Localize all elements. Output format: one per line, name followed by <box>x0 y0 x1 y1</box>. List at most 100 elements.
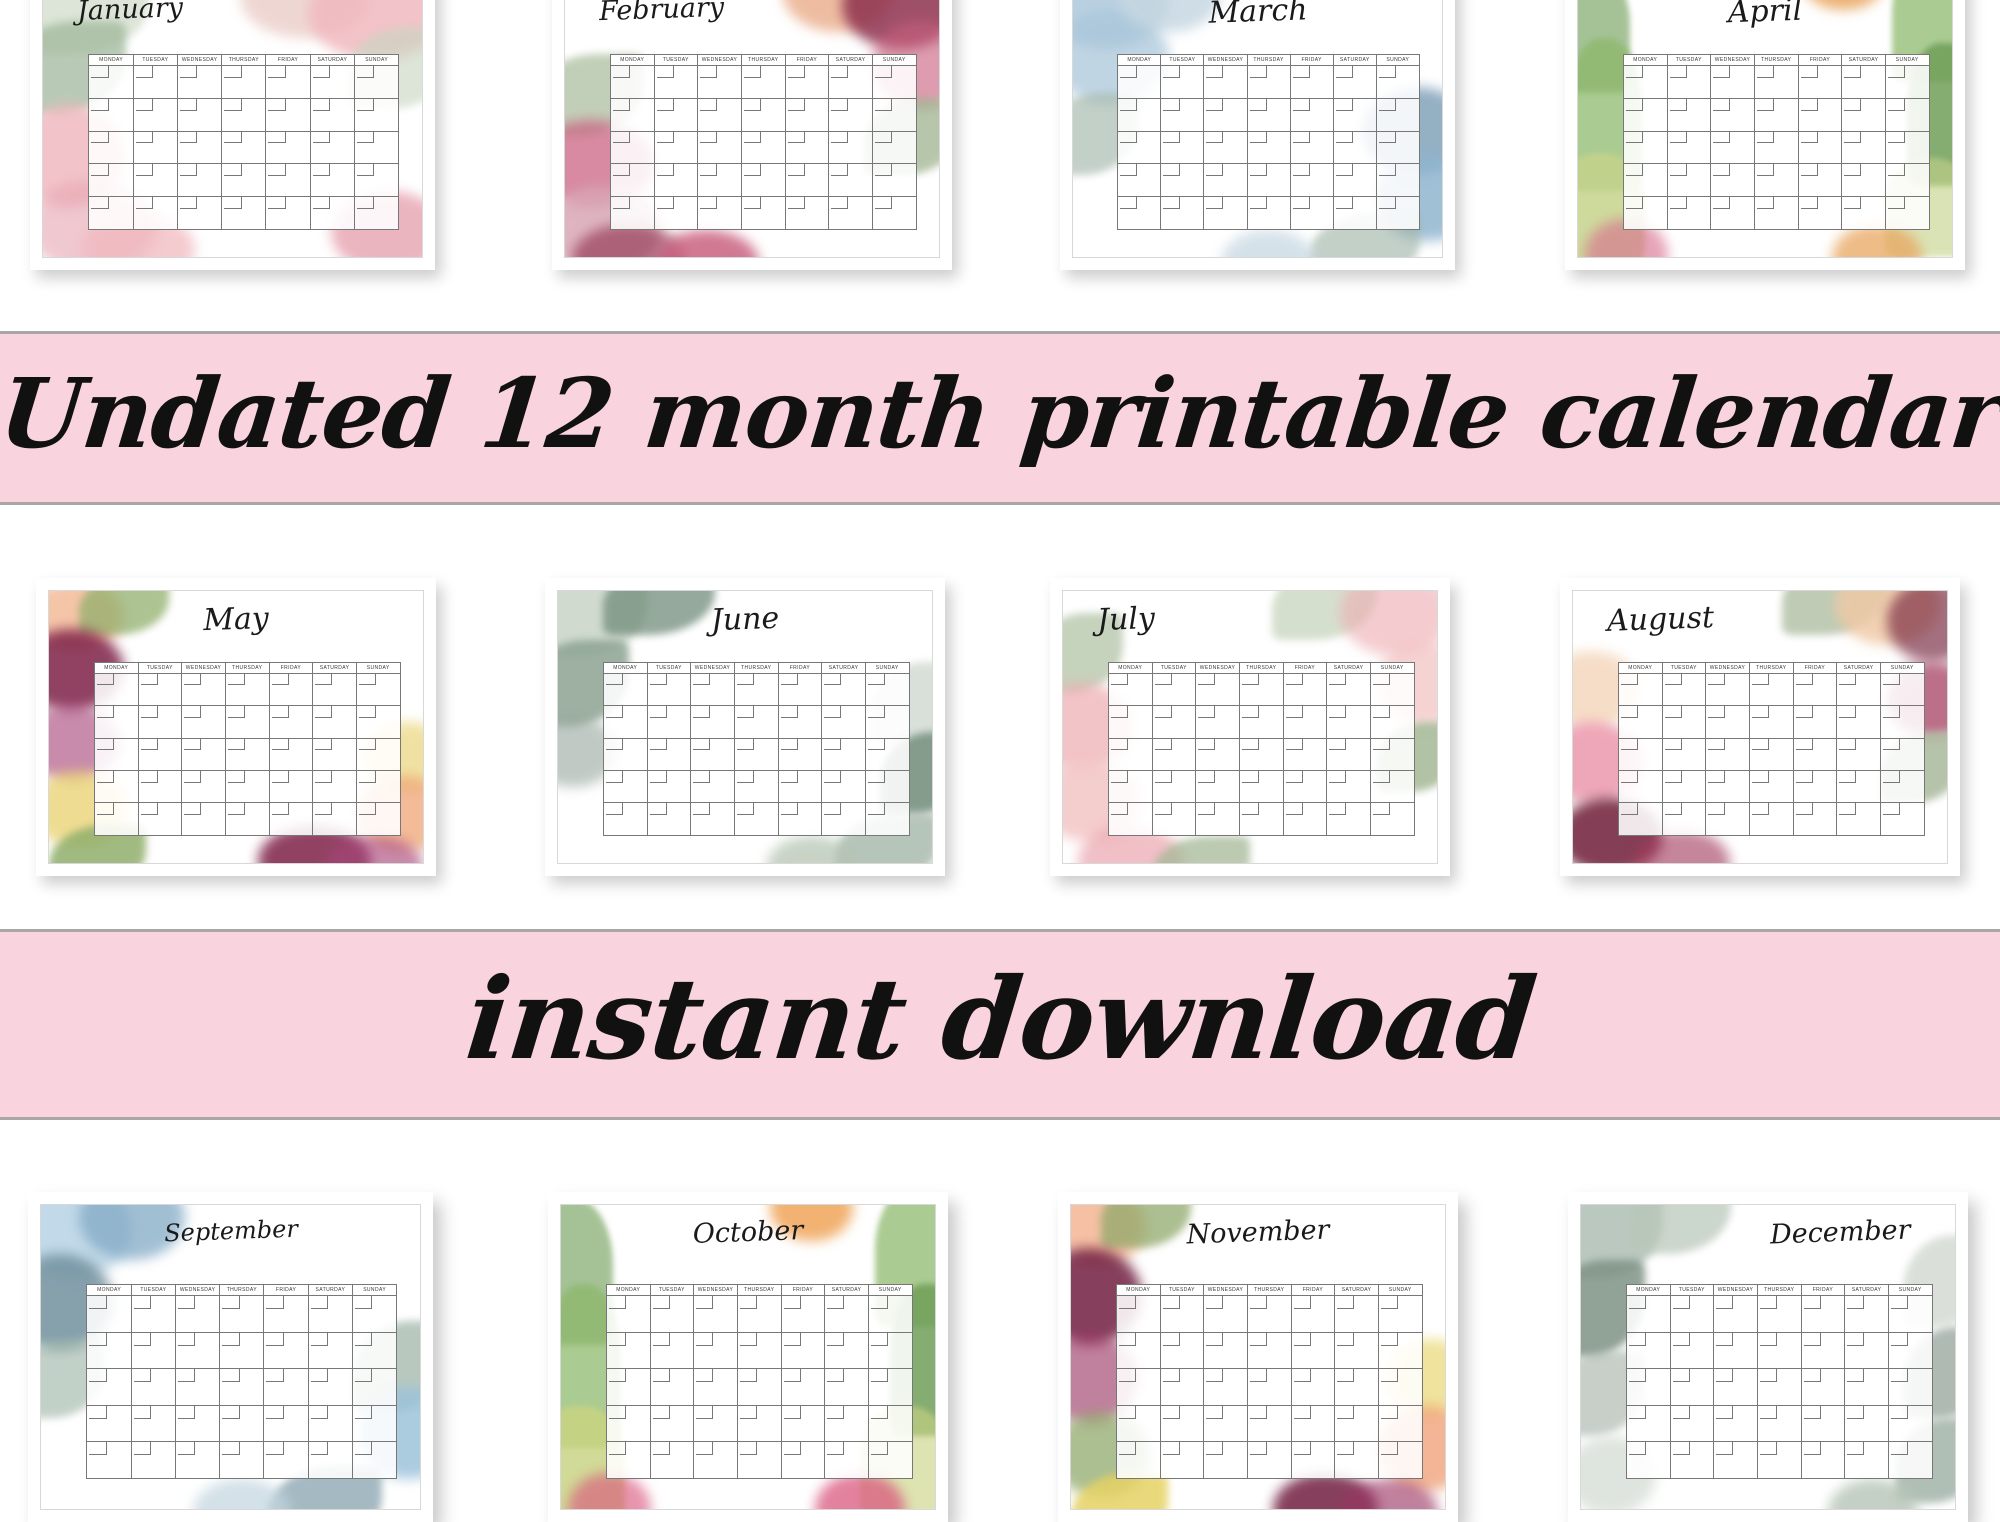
day-cell[interactable] <box>269 738 314 771</box>
calendar-card-march[interactable]: March MONDAY TUESDAY WEDNESDAY THURSDAY FRIDA… <box>1060 0 1455 270</box>
day-cell[interactable] <box>131 1332 176 1370</box>
day-cell[interactable] <box>1118 164 1162 197</box>
day-cell[interactable] <box>1837 738 1881 771</box>
day-cell[interactable] <box>1801 1332 1846 1370</box>
day-cell[interactable] <box>737 1296 782 1333</box>
day-cell[interactable] <box>654 98 699 132</box>
day-cell[interactable] <box>1845 1296 1889 1333</box>
day-cell[interactable] <box>647 770 692 804</box>
day-cell[interactable] <box>222 66 267 99</box>
day-cell[interactable] <box>781 1296 826 1333</box>
day-cell[interactable] <box>1623 131 1668 165</box>
day-cell[interactable] <box>1247 131 1291 165</box>
day-cell[interactable] <box>1885 164 1930 197</box>
day-cell[interactable] <box>1798 164 1843 197</box>
day-cell[interactable] <box>1108 673 1153 707</box>
day-cell[interactable] <box>1160 1369 1205 1406</box>
month-grid-december[interactable]: MONDAY TUESDAY WEDNESDAY THURSDAY FRIDAY SATU… <box>1625 1284 1933 1479</box>
day-cell[interactable] <box>1842 131 1886 165</box>
day-cell[interactable] <box>785 98 830 132</box>
day-cell[interactable] <box>1116 1369 1161 1406</box>
day-cell[interactable] <box>1196 706 1240 739</box>
day-cell[interactable] <box>1327 770 1371 804</box>
day-cell[interactable] <box>308 1332 353 1370</box>
day-cell[interactable] <box>1662 770 1707 804</box>
day-cell[interactable] <box>741 66 786 99</box>
day-cell[interactable] <box>1290 66 1334 99</box>
day-cell[interactable] <box>175 1442 221 1479</box>
day-cell[interactable] <box>1161 196 1205 230</box>
day-cell[interactable] <box>1118 196 1162 230</box>
day-cell[interactable] <box>1152 803 1197 836</box>
day-cell[interactable] <box>1749 803 1794 836</box>
day-cell[interactable] <box>650 1369 695 1406</box>
day-cell[interactable] <box>1749 738 1794 771</box>
day-cell[interactable] <box>650 1296 695 1333</box>
day-cell[interactable] <box>1845 1442 1889 1479</box>
day-cell[interactable] <box>1793 706 1838 739</box>
calendar-card-february[interactable]: February MONDAY TUESDAY WEDNESDAY THURSDAY FR… <box>552 0 952 270</box>
day-cell[interactable] <box>175 1369 221 1406</box>
day-cell[interactable] <box>1888 1369 1933 1406</box>
day-cell[interactable] <box>1670 1296 1715 1333</box>
day-cell[interactable] <box>269 803 314 836</box>
day-cell[interactable] <box>1618 770 1663 804</box>
day-cell[interactable] <box>269 673 314 707</box>
day-cell[interactable] <box>737 1369 782 1406</box>
day-cell[interactable] <box>131 1369 176 1406</box>
day-cell[interactable] <box>175 1332 221 1370</box>
day-cell[interactable] <box>825 1332 869 1370</box>
day-cell[interactable] <box>606 1296 651 1333</box>
day-cell[interactable] <box>822 673 866 707</box>
day-cell[interactable] <box>1376 131 1420 165</box>
day-cell[interactable] <box>1291 1369 1336 1406</box>
day-cell[interactable] <box>1623 164 1668 197</box>
day-cell[interactable] <box>1108 770 1153 804</box>
day-cell[interactable] <box>1842 196 1886 230</box>
day-cell[interactable] <box>865 706 910 739</box>
day-cell[interactable] <box>225 673 270 707</box>
day-cell[interactable] <box>647 738 692 771</box>
day-cell[interactable] <box>1793 770 1838 804</box>
day-cell[interactable] <box>691 673 735 707</box>
day-cell[interactable] <box>133 98 178 132</box>
day-cell[interactable] <box>1706 738 1750 771</box>
day-cell[interactable] <box>308 1296 353 1333</box>
day-cell[interactable] <box>778 673 823 707</box>
day-cell[interactable] <box>94 673 139 707</box>
day-cell[interactable] <box>1662 738 1707 771</box>
day-cell[interactable] <box>1626 1332 1671 1370</box>
day-cell[interactable] <box>1801 1442 1846 1479</box>
day-cell[interactable] <box>1283 706 1328 739</box>
day-cell[interactable] <box>87 1405 132 1443</box>
day-cell[interactable] <box>1376 164 1420 197</box>
day-cell[interactable] <box>1757 1332 1802 1370</box>
day-cell[interactable] <box>1108 803 1153 836</box>
day-cell[interactable] <box>1161 98 1205 132</box>
month-grid-may[interactable]: MONDAY TUESDAY WEDNESDAY THURSDAY FRIDAY SATU… <box>93 661 401 836</box>
day-cell[interactable] <box>264 1442 309 1479</box>
day-cell[interactable] <box>1333 164 1377 197</box>
day-cell[interactable] <box>734 803 779 836</box>
day-cell[interactable] <box>734 673 779 707</box>
day-cell[interactable] <box>698 66 742 99</box>
day-cell[interactable] <box>1161 131 1205 165</box>
day-cell[interactable] <box>781 1442 826 1479</box>
day-cell[interactable] <box>133 66 178 99</box>
day-cell[interactable] <box>308 1369 353 1406</box>
day-cell[interactable] <box>266 131 311 165</box>
day-cell[interactable] <box>1247 66 1291 99</box>
day-cell[interactable] <box>1204 98 1248 132</box>
day-cell[interactable] <box>222 98 267 132</box>
day-cell[interactable] <box>225 770 270 804</box>
calendar-card-january[interactable]: January MONDAY TUESDAY WEDNESDAY THURSDAY FRI… <box>30 0 435 270</box>
day-cell[interactable] <box>353 1405 398 1443</box>
day-cell[interactable] <box>1888 1405 1933 1443</box>
day-cell[interactable] <box>133 196 178 230</box>
day-cell[interactable] <box>734 738 779 771</box>
day-cell[interactable] <box>1116 1405 1161 1443</box>
day-cell[interactable] <box>1801 1405 1846 1443</box>
day-cell[interactable] <box>1247 1369 1292 1406</box>
day-cell[interactable] <box>1670 1405 1715 1443</box>
day-cell[interactable] <box>1880 738 1925 771</box>
